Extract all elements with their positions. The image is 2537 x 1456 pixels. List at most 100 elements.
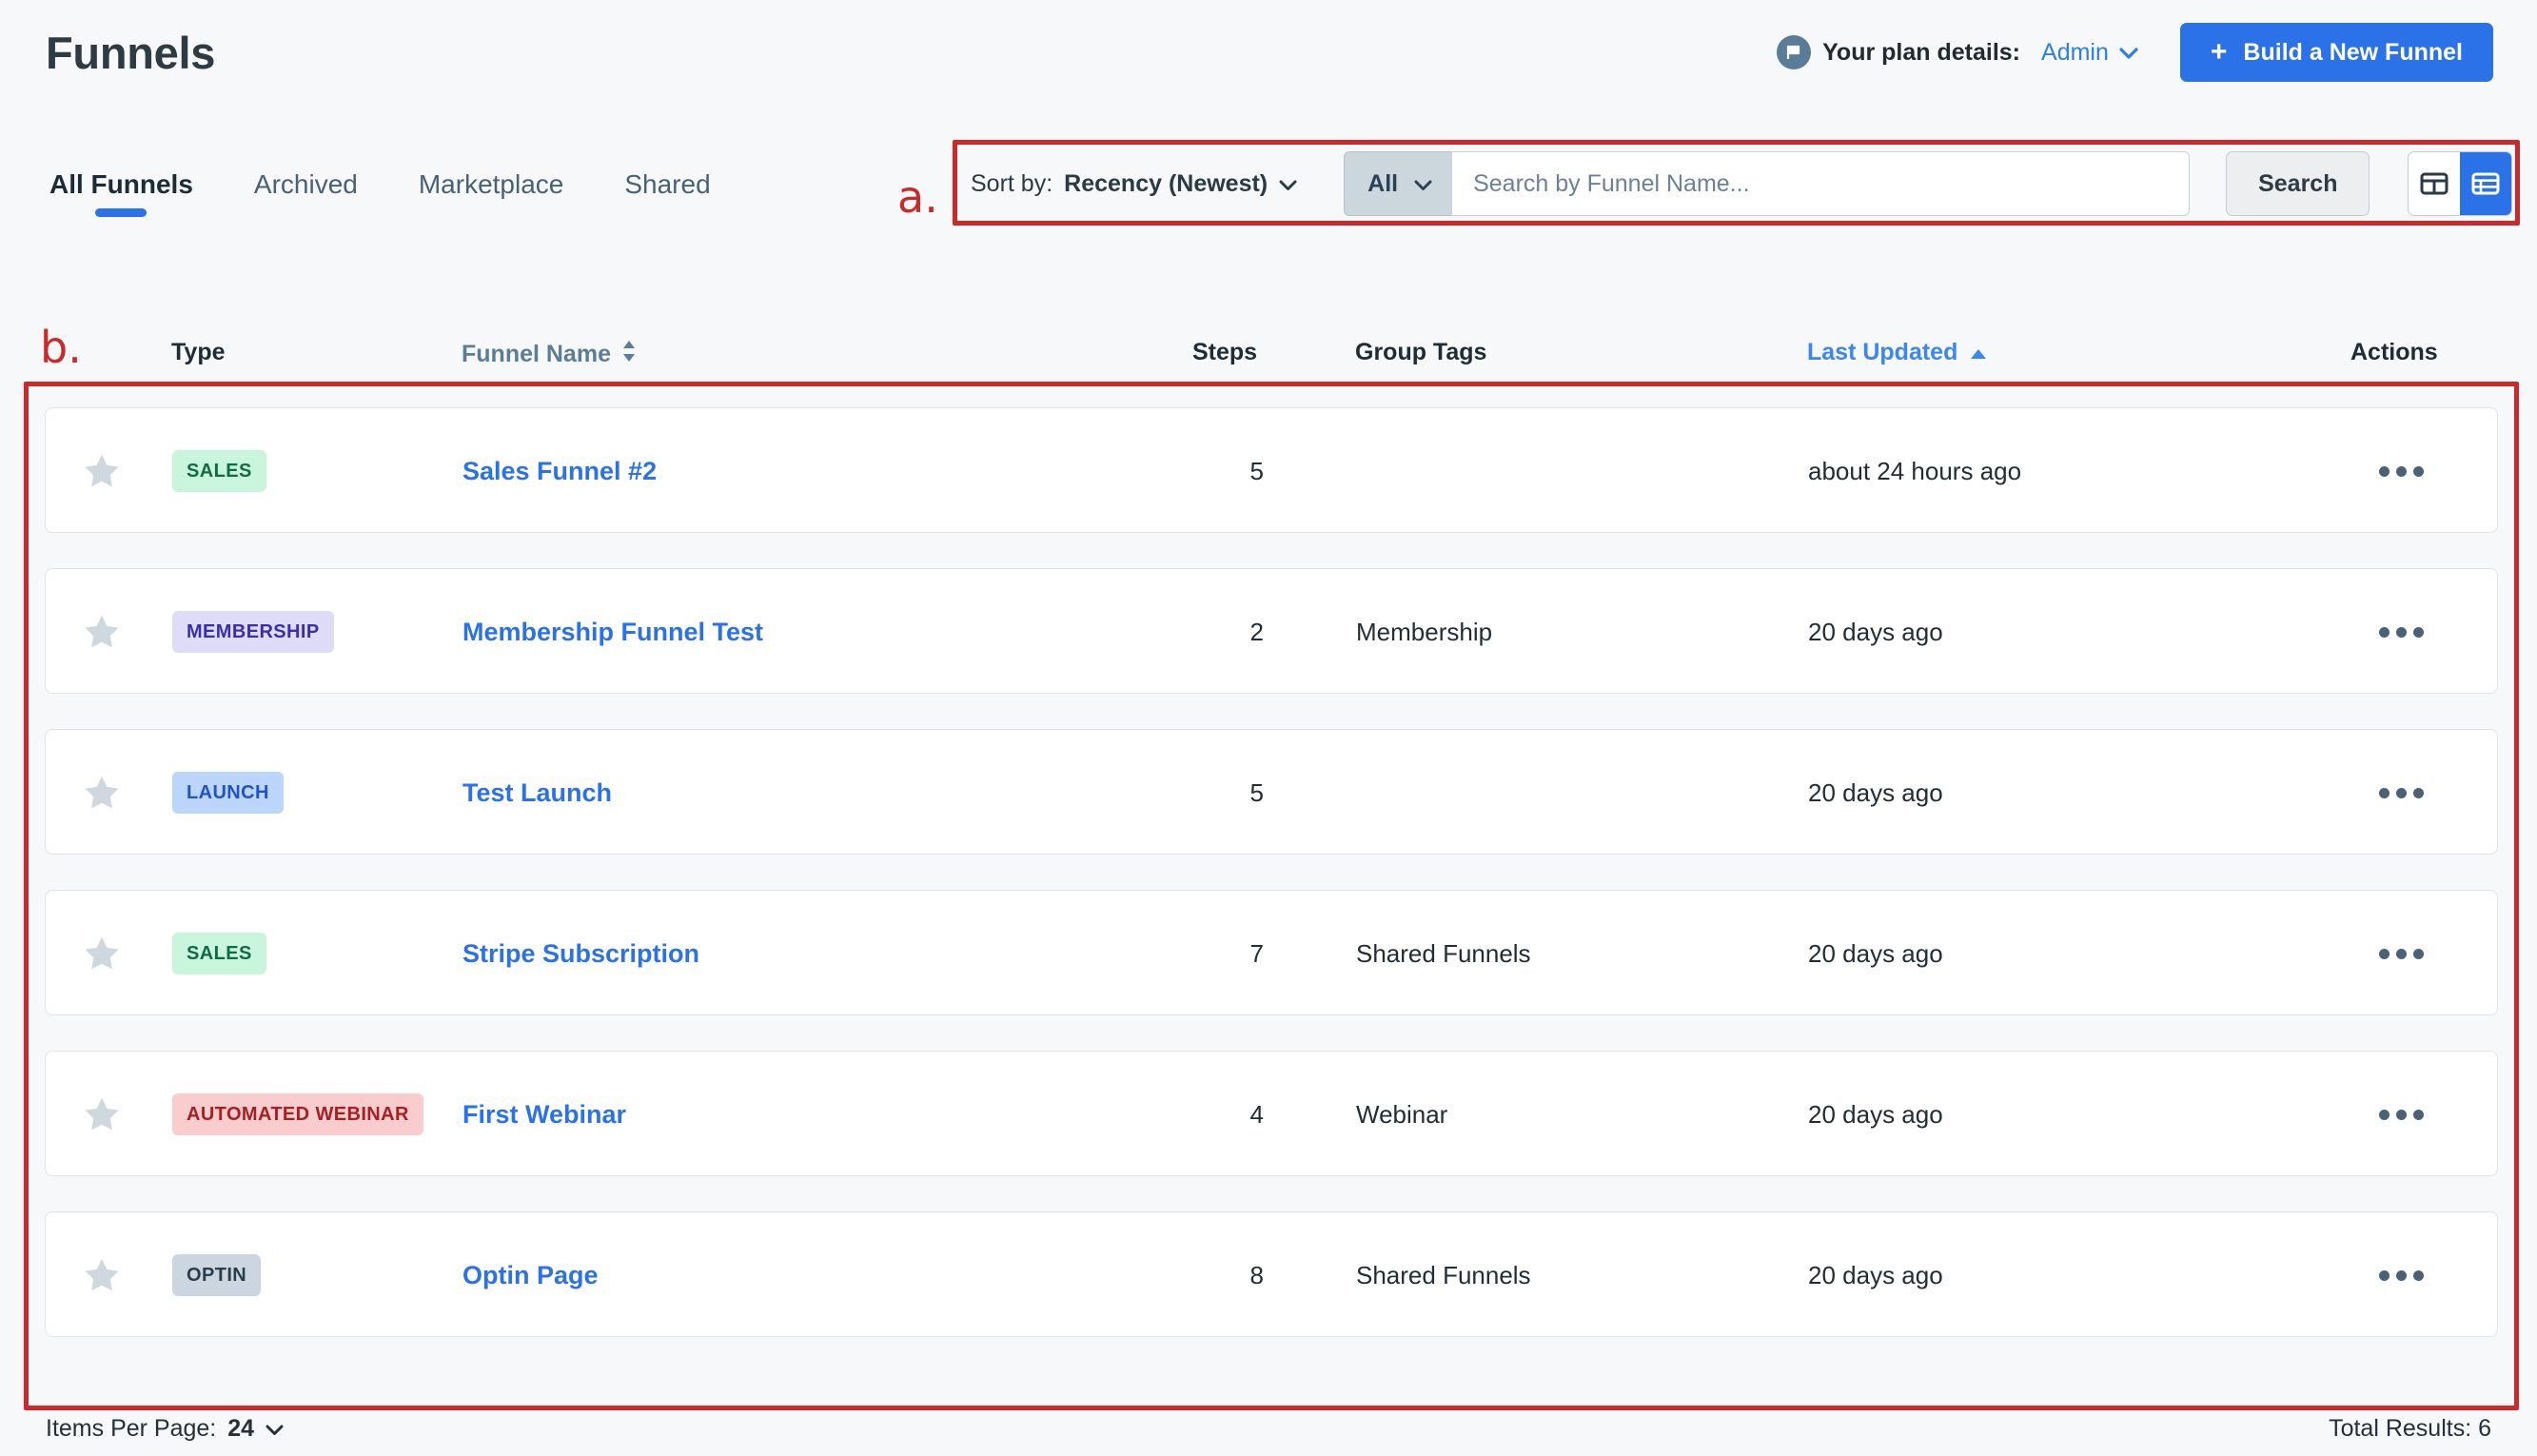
funnel-tabs: All Funnels Archived Marketplace Shared <box>46 169 715 219</box>
table-row[interactable]: LAUNCH Test Launch 5 20 days ago <box>45 729 2498 855</box>
funnel-group-tags: Shared Funnels <box>1356 938 1531 968</box>
funnel-steps-count: 8 <box>1249 1260 1264 1289</box>
favorite-star-icon[interactable] <box>82 569 122 695</box>
sort-by-prefix: Sort by: <box>971 169 1053 197</box>
table-row[interactable]: MEMBERSHIP Membership Funnel Test 2 Members… <box>45 568 2498 694</box>
list-view-icon[interactable] <box>2460 152 2512 215</box>
column-header-funnel-name[interactable]: Funnel Name <box>462 339 637 370</box>
table-row[interactable]: SALES Stripe Subscription 7 Shared Funnels 2… <box>45 890 2498 1015</box>
more-options-icon <box>2379 1269 2424 1281</box>
funnel-name-link[interactable]: Stripe Subscription <box>462 891 699 1016</box>
table-header: Type Funnel Name Steps Group Tags Last U… <box>0 339 2537 383</box>
more-options-icon <box>2379 465 2424 477</box>
funnel-group-tags: Membership <box>1356 617 1493 646</box>
funnel-last-updated: 20 days ago <box>1808 1099 1943 1129</box>
funnel-type-cell: LAUNCH <box>172 730 284 856</box>
sort-ascending-icon <box>1970 339 1987 366</box>
funnel-type-badge: LAUNCH <box>172 772 284 814</box>
favorite-star-icon[interactable] <box>82 1212 122 1338</box>
funnel-filter-dropdown[interactable]: All <box>1344 151 1452 216</box>
funnel-type-badge: SALES <box>172 933 266 974</box>
funnels-page: Funnels Your plan details: Admin + Build… <box>0 0 2537 1456</box>
funnel-steps-count: 5 <box>1249 777 1264 807</box>
chevron-down-icon <box>1414 170 1432 198</box>
flag-icon <box>1777 35 1812 69</box>
funnels-table-body: SALES Sales Funnel #2 5 about 24 hours ago M… <box>45 407 2498 1372</box>
favorite-star-icon[interactable] <box>82 408 122 534</box>
favorite-star-icon[interactable] <box>82 1052 122 1177</box>
tab-label: Shared <box>624 169 711 199</box>
funnel-type-cell: SALES <box>172 891 266 1016</box>
page-title: Funnels <box>46 27 216 78</box>
more-options-icon <box>2379 787 2424 798</box>
search-input[interactable] <box>1451 151 2191 216</box>
column-label: Last Updated <box>1807 339 1958 365</box>
annotation-a-label: a. <box>897 171 938 223</box>
funnel-name-link[interactable]: Membership Funnel Test <box>462 569 763 695</box>
table-row[interactable]: OPTIN Optin Page 8 Shared Funnels 20 days ag… <box>45 1211 2498 1337</box>
row-actions-menu[interactable] <box>2379 730 2424 856</box>
plan-role-dropdown[interactable]: Admin <box>2041 39 2138 67</box>
row-actions-menu[interactable] <box>2379 408 2424 534</box>
funnel-name-link[interactable]: Sales Funnel #2 <box>462 408 657 534</box>
tab-shared[interactable]: Shared <box>620 169 714 219</box>
funnel-type-badge: AUTOMATED WEBINAR <box>172 1093 423 1135</box>
tab-label: All Funnels <box>49 169 193 199</box>
tab-label: Marketplace <box>418 169 564 199</box>
column-header-group-tags: Group Tags <box>1355 339 1487 365</box>
items-per-page-label: Items Per Page: <box>46 1415 217 1442</box>
plan-details-label: Your plan details: <box>1822 38 2021 66</box>
funnel-last-updated: 20 days ago <box>1808 938 1943 968</box>
items-per-page-dropdown[interactable]: Items Per Page: 24 <box>46 1415 284 1443</box>
favorite-star-icon[interactable] <box>82 730 122 856</box>
search-button[interactable]: Search <box>2226 151 2370 216</box>
tab-all-funnels[interactable]: All Funnels <box>46 169 197 219</box>
funnel-type-badge: MEMBERSHIP <box>172 611 334 653</box>
funnel-group-tags: Shared Funnels <box>1356 1260 1531 1289</box>
funnel-name-link[interactable]: Optin Page <box>462 1212 599 1338</box>
row-actions-menu[interactable] <box>2379 891 2424 1016</box>
sort-by-dropdown[interactable]: Sort by: Recency (Newest) <box>971 170 1297 198</box>
build-new-funnel-label: Build a New Funnel <box>2243 38 2463 66</box>
funnel-type-cell: OPTIN <box>172 1212 262 1338</box>
header-actions: Your plan details: Admin + Build a New F… <box>1777 23 2493 82</box>
sort-updown-icon <box>621 339 637 370</box>
column-header-last-updated[interactable]: Last Updated <box>1807 339 1987 366</box>
funnel-name-link[interactable]: Test Launch <box>462 730 612 856</box>
favorite-star-icon[interactable] <box>82 891 122 1016</box>
funnel-steps-count: 2 <box>1249 617 1264 646</box>
funnel-type-cell: AUTOMATED WEBINAR <box>172 1052 423 1177</box>
plus-icon: + <box>2210 36 2228 68</box>
table-footer: Items Per Page: 24 Total Results: 6 <box>0 1415 2537 1443</box>
tab-marketplace[interactable]: Marketplace <box>415 169 568 219</box>
tab-archived[interactable]: Archived <box>250 169 362 219</box>
funnel-steps-count: 7 <box>1249 938 1264 968</box>
chevron-down-icon <box>2119 39 2138 67</box>
column-label: Funnel Name <box>462 341 611 367</box>
items-per-page-value: 24 <box>227 1415 255 1442</box>
row-actions-menu[interactable] <box>2379 1052 2424 1177</box>
funnel-type-cell: SALES <box>172 408 266 534</box>
funnel-last-updated: 20 days ago <box>1808 617 1943 646</box>
top-header: Funnels Your plan details: Admin + Build… <box>0 0 2537 105</box>
funnel-last-updated: 20 days ago <box>1808 1260 1943 1289</box>
card-view-icon[interactable] <box>2409 152 2461 215</box>
row-actions-menu[interactable] <box>2379 569 2424 695</box>
build-new-funnel-button[interactable]: + Build a New Funnel <box>2179 23 2493 82</box>
more-options-icon <box>2379 1109 2424 1120</box>
funnel-steps-count: 5 <box>1249 456 1264 485</box>
funnel-group-tags: Webinar <box>1356 1099 1448 1129</box>
view-mode-toggle <box>2408 151 2513 216</box>
funnel-last-updated: about 24 hours ago <box>1808 456 2022 485</box>
table-row[interactable]: AUTOMATED WEBINAR First Webinar 4 Webinar 20… <box>45 1051 2498 1176</box>
chevron-down-icon <box>1279 170 1297 198</box>
table-row[interactable]: SALES Sales Funnel #2 5 about 24 hours ago <box>45 407 2498 533</box>
column-header-type: Type <box>171 339 226 365</box>
funnel-name-link[interactable]: First Webinar <box>462 1052 626 1177</box>
funnel-steps-count: 4 <box>1249 1099 1264 1129</box>
row-actions-menu[interactable] <box>2379 1212 2424 1338</box>
funnels-toolbar: Sort by: Recency (Newest) All Search <box>971 151 2513 216</box>
more-options-icon <box>2379 948 2424 959</box>
chevron-down-icon <box>266 1415 284 1443</box>
tab-label: Archived <box>253 169 358 199</box>
